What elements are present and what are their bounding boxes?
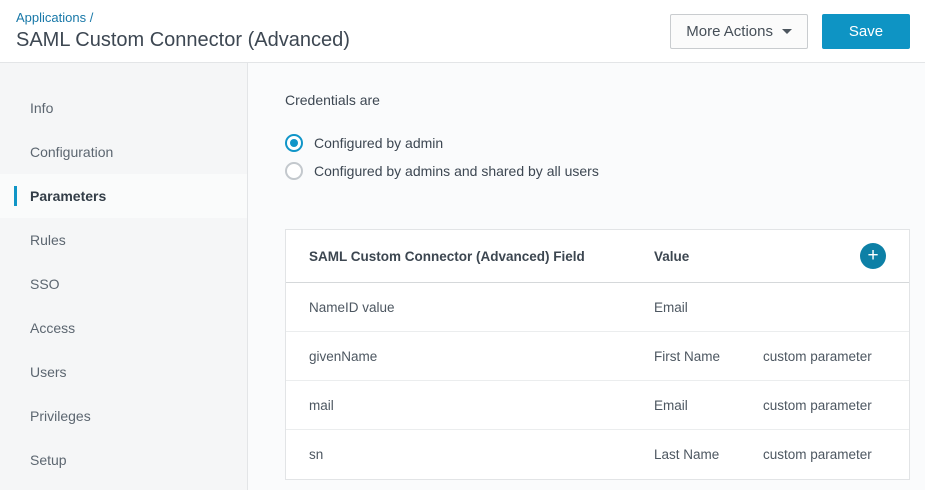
sidebar-item-label: Info: [30, 100, 54, 116]
sidebar-item[interactable]: Configuration: [0, 130, 247, 174]
param-type-cell: custom parameter: [763, 397, 872, 413]
param-type-cell: custom parameter: [763, 348, 872, 364]
more-actions-label: More Actions: [686, 22, 773, 40]
field-cell[interactable]: sn: [309, 447, 654, 462]
sidebar-item[interactable]: Privileges: [0, 394, 247, 438]
sidebar-item[interactable]: Setup: [0, 438, 247, 482]
add-parameter-button[interactable]: +: [860, 243, 886, 269]
field-cell[interactable]: mail: [309, 398, 654, 413]
sidebar-item-label: Rules: [30, 232, 66, 248]
value-cell: First Name: [654, 348, 721, 364]
table-row[interactable]: sn Last Name custom parameter: [286, 430, 909, 479]
main-content: Credentials are Configured by admin Conf…: [248, 63, 925, 490]
breadcrumb[interactable]: Applications /: [16, 9, 350, 26]
value-column-header: Value: [654, 248, 690, 264]
sidebar-item-label: Privileges: [30, 408, 91, 424]
page-body: Info Configuration Parameters Rules SSO …: [0, 63, 925, 490]
sidebar: Info Configuration Parameters Rules SSO …: [0, 63, 248, 490]
field-cell[interactable]: NameID value: [309, 300, 654, 315]
sidebar-item-label: Configuration: [30, 144, 114, 160]
app-root: Applications / SAML Custom Connector (Ad…: [0, 0, 925, 490]
table-row[interactable]: mail Email custom parameter: [286, 381, 909, 430]
credentials-radio-group: Configured by admin Configured by admins…: [285, 129, 910, 185]
table-row[interactable]: givenName First Name custom parameter: [286, 332, 909, 381]
sidebar-item[interactable]: Rules: [0, 218, 247, 262]
more-actions-button[interactable]: More Actions: [670, 13, 808, 49]
radio-icon[interactable]: [285, 134, 303, 152]
table-body: NameID value Email givenName First Name …: [286, 283, 909, 479]
sidebar-item-label: SSO: [30, 276, 60, 292]
sidebar-item[interactable]: SSO: [0, 262, 247, 306]
sidebar-item[interactable]: Parameters: [0, 174, 247, 218]
sidebar-item[interactable]: Users: [0, 350, 247, 394]
page-header: Applications / SAML Custom Connector (Ad…: [0, 0, 925, 63]
sidebar-item-label: Access: [30, 320, 76, 336]
radio-icon[interactable]: [285, 162, 303, 180]
radio-option[interactable]: Configured by admins and shared by all u…: [285, 157, 910, 185]
sidebar-item[interactable]: Info: [0, 86, 247, 130]
save-button[interactable]: Save: [822, 13, 910, 49]
field-cell[interactable]: givenName: [309, 349, 654, 364]
param-type-cell: custom parameter: [763, 447, 872, 462]
page-title: SAML Custom Connector (Advanced): [16, 29, 350, 51]
table-row[interactable]: NameID value Email: [286, 283, 909, 332]
sidebar-item[interactable]: Access: [0, 306, 247, 350]
sidebar-item-label: Setup: [30, 452, 67, 468]
credentials-label: Credentials are: [285, 92, 380, 108]
radio-option-label: Configured by admins and shared by all u…: [314, 163, 599, 179]
plus-icon: +: [867, 244, 879, 266]
header-title-group: Applications / SAML Custom Connector (Ad…: [16, 9, 350, 53]
field-column-header: SAML Custom Connector (Advanced) Field: [309, 248, 585, 264]
sidebar-item-label: Parameters: [30, 188, 107, 204]
chevron-down-icon: [782, 28, 792, 34]
sidebar-item-label: Users: [30, 364, 67, 380]
value-cell: Email: [654, 299, 688, 315]
parameters-table: SAML Custom Connector (Advanced) Field V…: [285, 229, 910, 480]
table-header-row: SAML Custom Connector (Advanced) Field V…: [286, 230, 909, 283]
header-actions: More Actions Save: [670, 13, 910, 49]
radio-option[interactable]: Configured by admin: [285, 129, 910, 157]
value-cell: Email: [654, 397, 688, 413]
radio-option-label: Configured by admin: [314, 135, 444, 151]
value-cell: Last Name: [654, 447, 720, 462]
